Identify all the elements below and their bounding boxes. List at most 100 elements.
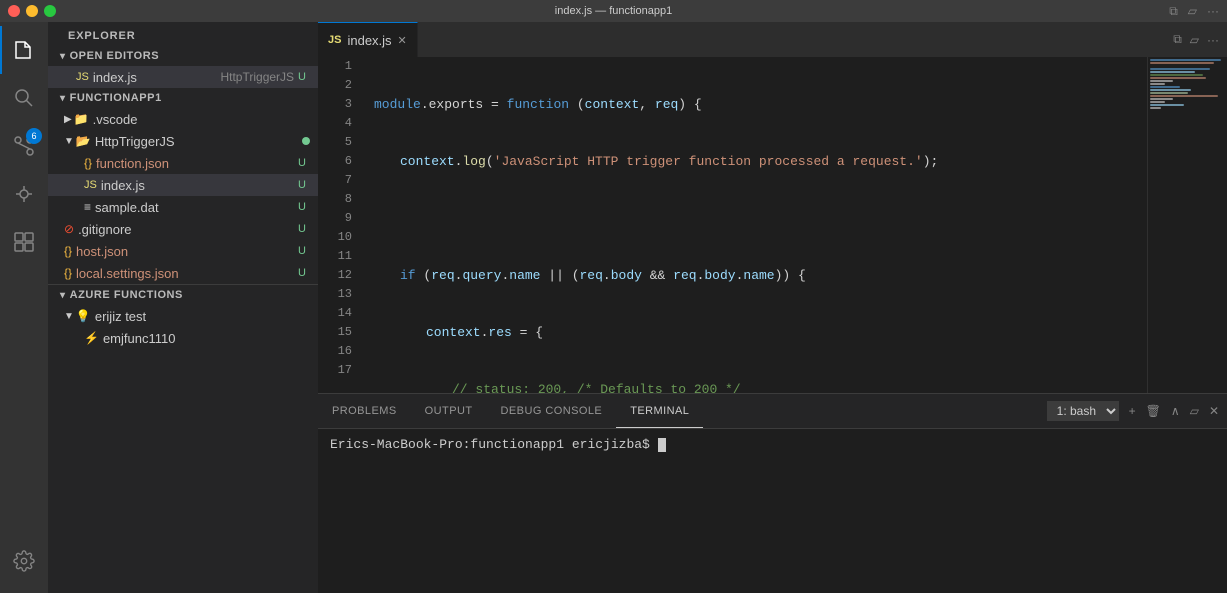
tab-bar: JS index.js ✕ ⧉ ▱ ···: [318, 22, 1227, 57]
activity-search[interactable]: [0, 74, 48, 122]
json-icon: {}: [84, 156, 92, 170]
folder-icon: 📁: [74, 112, 89, 126]
function-json-badge: U: [294, 157, 310, 169]
code-line-2: context.log('JavaScript HTTP trigger fun…: [374, 152, 1147, 171]
host-json-item[interactable]: {} host.json U: [48, 240, 318, 262]
code-line-1: module.exports = function (context, req)…: [374, 95, 1147, 114]
open-editors-section: ▾ OPEN EDITORS JS index.js HttpTriggerJS…: [48, 46, 318, 88]
dat-icon: ≡: [84, 200, 91, 214]
split-right-icon[interactable]: ⧉: [1173, 32, 1182, 47]
azure-functions-header[interactable]: ▾ AZURE FUNCTIONS: [48, 285, 318, 305]
panel-tab-actions: 1: bash + 🗑 ∧ ▱ ✕: [1039, 394, 1227, 428]
split-editor-icon[interactable]: ⧉: [1169, 4, 1178, 19]
tab-icon: JS: [328, 34, 341, 46]
tab-debug-console[interactable]: DEBUG CONSOLE: [487, 394, 617, 428]
search-icon: [12, 86, 36, 110]
index-js-badge: U: [294, 179, 310, 191]
maximize-button[interactable]: [44, 5, 56, 17]
vscode-folder[interactable]: ▶ 📁 .vscode: [48, 108, 318, 130]
open-editor-filename: index.js: [93, 70, 217, 85]
minimap: [1147, 57, 1227, 393]
tab-close-button[interactable]: ✕: [398, 34, 407, 47]
tab-terminal[interactable]: TERMINAL: [616, 394, 703, 428]
functionapp1-arrow: ▾: [60, 93, 66, 104]
minimap-content: [1148, 57, 1227, 112]
host-json-label: host.json: [76, 244, 294, 259]
gitignore-badge: U: [294, 223, 310, 235]
host-json-badge: U: [294, 245, 310, 257]
index-js-item[interactable]: JS index.js U: [48, 174, 318, 196]
tab-output[interactable]: OUTPUT: [411, 394, 487, 428]
index-js-tab[interactable]: JS index.js ✕: [318, 22, 418, 57]
gear-icon: [13, 550, 35, 572]
open-editors-label: OPEN EDITORS: [70, 50, 160, 62]
open-editors-header[interactable]: ▾ OPEN EDITORS: [48, 46, 318, 66]
azure-functions-label: AZURE FUNCTIONS: [70, 289, 183, 301]
activity-source-control[interactable]: 6: [0, 122, 48, 170]
emjfunc1110-label: emjfunc1110: [103, 331, 310, 346]
more-actions-icon[interactable]: ···: [1207, 4, 1219, 19]
panel-tab-bar: PROBLEMS OUTPUT DEBUG CONSOLE TERMINAL 1…: [318, 394, 1227, 429]
close-panel-icon[interactable]: ✕: [1209, 404, 1219, 418]
folder-open-arrow: ▼: [64, 136, 74, 147]
panel: PROBLEMS OUTPUT DEBUG CONSOLE TERMINAL 1…: [318, 393, 1227, 593]
terminal-selector[interactable]: 1: bash: [1047, 401, 1119, 421]
delete-terminal-icon[interactable]: 🗑: [1146, 404, 1161, 418]
editor-area: JS index.js ✕ ⧉ ▱ ··· 1 2 3 4 5 6: [318, 22, 1227, 593]
add-terminal-icon[interactable]: +: [1129, 404, 1136, 418]
activity-explorer[interactable]: [0, 26, 48, 74]
js-icon: JS: [84, 179, 97, 191]
emjfunc1110-item[interactable]: ⚡ emjfunc1110: [48, 327, 318, 349]
toggle-sidebar-icon[interactable]: ▱: [1190, 33, 1199, 47]
activity-bar-bottom: [0, 537, 48, 585]
code-line-4: if (req.query.name || (req.body && req.b…: [374, 266, 1147, 285]
gitignore-item[interactable]: ⊘ .gitignore U: [48, 218, 318, 240]
vscode-folder-label: .vscode: [93, 112, 310, 127]
local-settings-item[interactable]: {} local.settings.json U: [48, 262, 318, 284]
host-json-icon: {}: [64, 244, 72, 258]
activity-bar: 6: [0, 22, 48, 593]
close-button[interactable]: [8, 5, 20, 17]
azure-functions-arrow: ▾: [60, 290, 66, 301]
terminal-cursor: [658, 438, 666, 452]
terminal-prompt: Erics-MacBook-Pro:functionapp1 ericjizba…: [330, 437, 658, 452]
minimize-button[interactable]: [26, 5, 38, 17]
tab-filename: index.js: [347, 33, 391, 48]
code-editor[interactable]: module.exports = function (context, req)…: [364, 57, 1147, 393]
files-icon: [12, 38, 36, 62]
project-arrow: ▼: [64, 311, 74, 322]
function-json-label: function.json: [96, 156, 294, 171]
erijiz-test-item[interactable]: ▼ 💡 erijiz test: [48, 305, 318, 327]
activity-settings[interactable]: [0, 537, 48, 585]
tab-bar-actions: ⧉ ▱ ···: [1165, 22, 1227, 57]
more-tab-actions-icon[interactable]: ···: [1207, 33, 1219, 47]
sidebar-scroll[interactable]: ▾ OPEN EDITORS JS index.js HttpTriggerJS…: [48, 46, 318, 593]
source-control-badge: 6: [26, 128, 42, 144]
open-editor-badge: U: [294, 71, 310, 83]
code-line-5: context.res = {: [374, 323, 1147, 342]
chevron-up-icon[interactable]: ∧: [1171, 404, 1180, 418]
sidebar: Explorer ▾ OPEN EDITORS JS index.js Http…: [48, 22, 318, 593]
tab-problems[interactable]: PROBLEMS: [318, 394, 411, 428]
open-editor-index-js[interactable]: JS index.js HttpTriggerJS U: [48, 66, 318, 88]
debug-icon: [12, 182, 36, 206]
sidebar-header: Explorer: [48, 22, 318, 46]
main-layout: 6: [0, 22, 1227, 593]
toggle-panel-icon[interactable]: ▱: [1188, 4, 1197, 19]
open-editors-arrow: ▾: [60, 51, 66, 62]
activity-extensions[interactable]: [0, 218, 48, 266]
functionapp1-header[interactable]: ▾ FUNCTIONAPP1: [48, 88, 318, 108]
activity-debug[interactable]: [0, 170, 48, 218]
gitignore-label: .gitignore: [78, 222, 294, 237]
sample-dat-badge: U: [294, 201, 310, 213]
local-settings-badge: U: [294, 267, 310, 279]
terminal-content[interactable]: Erics-MacBook-Pro:functionapp1 ericjizba…: [318, 429, 1227, 593]
extensions-icon: [12, 230, 36, 254]
code-line-6: // status: 200, /* Defaults to 200 */: [374, 380, 1147, 393]
window-title: index.js — functionapp1: [555, 5, 672, 17]
sample-dat-item[interactable]: ≡ sample.dat U: [48, 196, 318, 218]
function-json-item[interactable]: {} function.json U: [48, 152, 318, 174]
split-terminal-icon[interactable]: ▱: [1190, 404, 1199, 418]
local-settings-icon: {}: [64, 266, 72, 280]
httptriggerjs-folder[interactable]: ▼ 📂 HttpTriggerJS: [48, 130, 318, 152]
